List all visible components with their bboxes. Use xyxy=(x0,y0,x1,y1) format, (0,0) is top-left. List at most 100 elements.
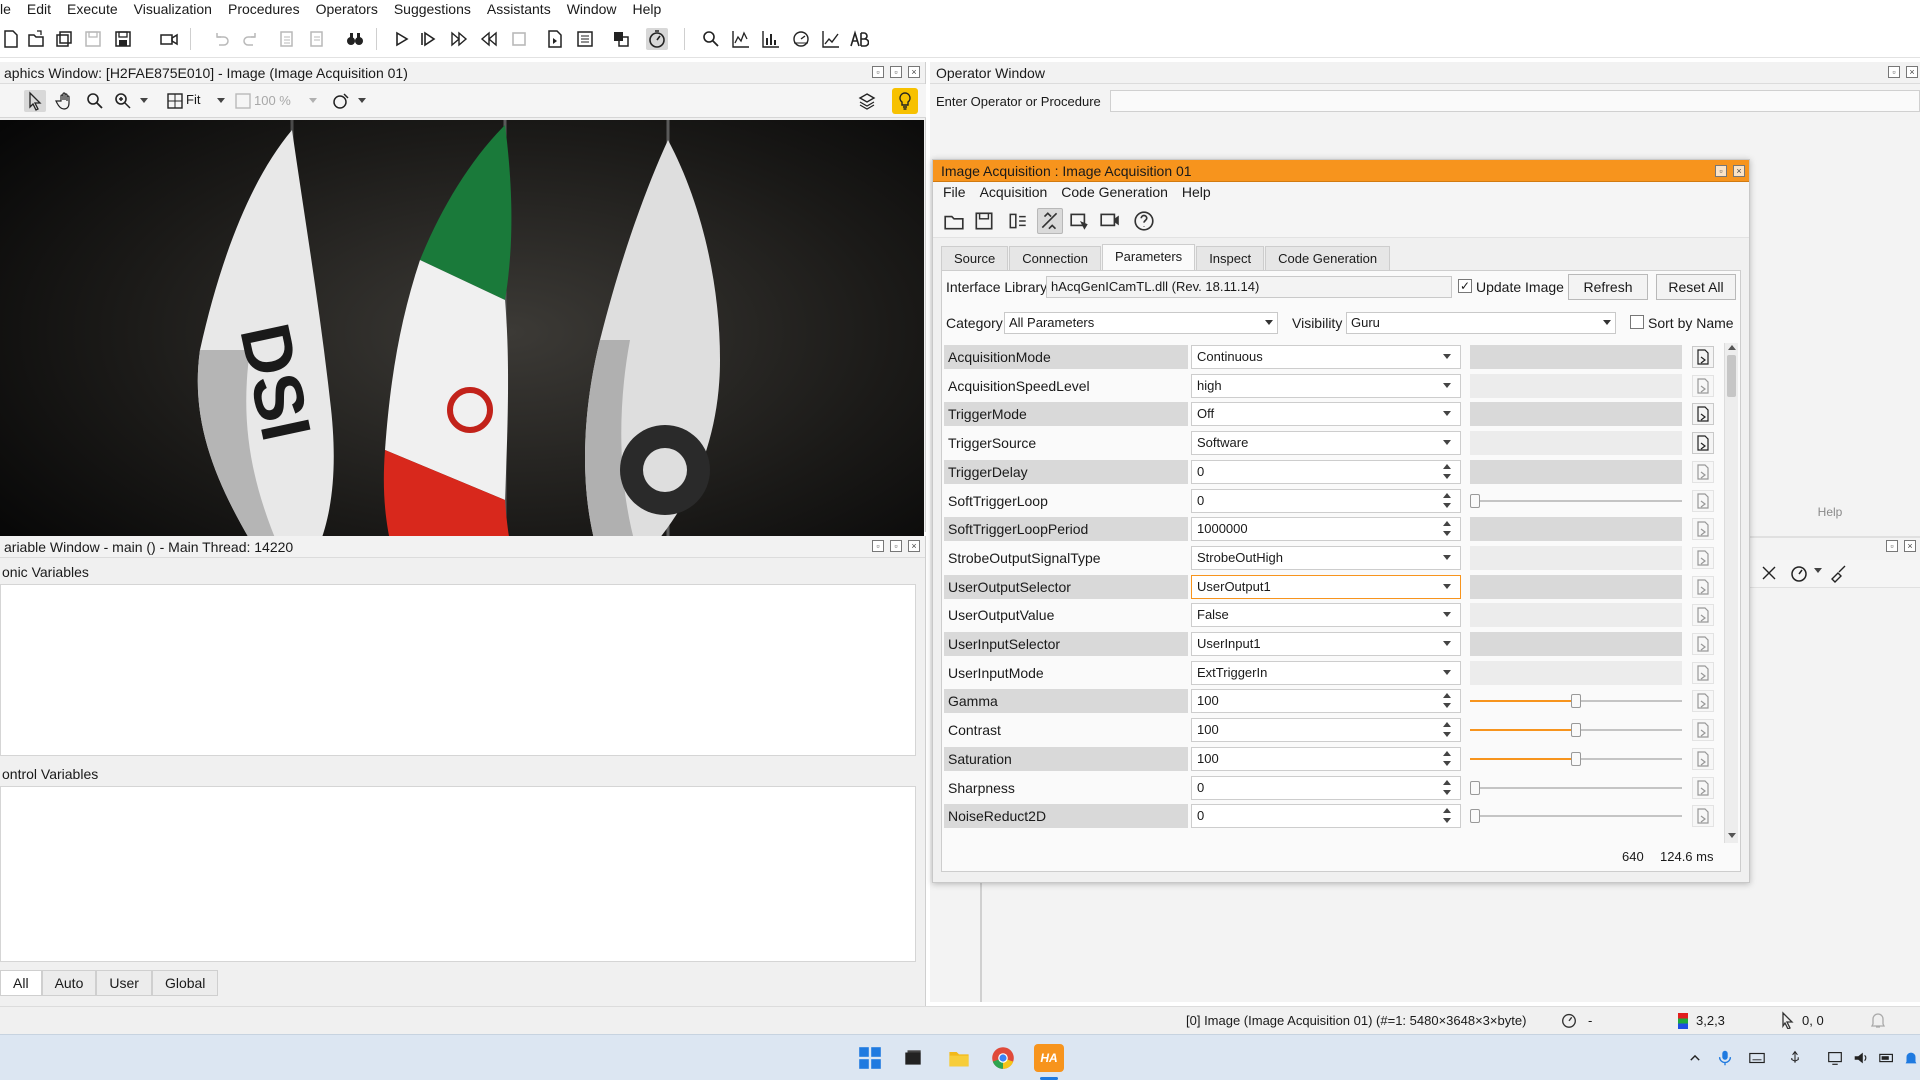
menu-window[interactable]: Window xyxy=(559,0,625,18)
parameter-value-select[interactable]: False xyxy=(1191,603,1461,628)
zoom-icon[interactable] xyxy=(700,28,722,50)
notification-icon[interactable] xyxy=(1896,1044,1920,1072)
parameter-value-select[interactable]: StrobeOutHigh xyxy=(1191,545,1461,570)
slider-track[interactable] xyxy=(1470,723,1682,738)
spinner-arrows-icon[interactable] xyxy=(1440,719,1454,741)
open-file-icon[interactable] xyxy=(25,28,47,50)
float-icon[interactable]: ▫ xyxy=(872,66,884,78)
windows-start-icon[interactable] xyxy=(855,1044,885,1072)
gauge-icon[interactable] xyxy=(790,28,812,50)
copy-parameter-icon[interactable] xyxy=(1692,575,1714,598)
zoom-percent-dropdown-icon[interactable] xyxy=(309,98,317,103)
clean-icon[interactable] xyxy=(1828,562,1850,584)
copy-parameter-icon[interactable] xyxy=(1692,719,1714,742)
tab-code-generation[interactable]: Code Generation xyxy=(1265,246,1391,270)
slider-track[interactable] xyxy=(1470,751,1682,766)
menu-help[interactable]: Help xyxy=(625,0,670,18)
parameter-slider[interactable] xyxy=(1470,747,1682,771)
tab-connection[interactable]: Connection xyxy=(1009,246,1101,270)
parameter-value-select[interactable]: UserInput1 xyxy=(1191,632,1461,656)
parameter-slider[interactable] xyxy=(1470,776,1682,800)
copy-parameter-icon[interactable] xyxy=(1692,661,1714,684)
scroll-up-icon[interactable] xyxy=(1728,345,1736,350)
copy-parameter-icon[interactable] xyxy=(1692,489,1714,512)
close-icon[interactable]: × xyxy=(908,66,920,78)
snap-icon[interactable] xyxy=(1067,208,1093,234)
visibility-select[interactable]: Guru xyxy=(1346,312,1616,334)
spinner-arrows-icon[interactable] xyxy=(1440,805,1454,827)
menu-suggestions[interactable]: Suggestions xyxy=(386,0,479,18)
menu-file[interactable]: le xyxy=(0,0,19,18)
close-icon[interactable]: × xyxy=(908,540,920,552)
close-icon[interactable]: × xyxy=(1906,66,1918,78)
save-all-icon[interactable] xyxy=(112,28,134,50)
float-icon[interactable]: ▫ xyxy=(1888,66,1900,78)
tab-parameters[interactable]: Parameters xyxy=(1101,244,1196,270)
parameter-slider[interactable] xyxy=(1470,718,1682,742)
menu-assistants[interactable]: Assistants xyxy=(479,0,559,18)
keyboard-icon[interactable] xyxy=(1742,1044,1772,1072)
spinner-arrows-icon[interactable] xyxy=(1440,518,1454,540)
detect-icon[interactable] xyxy=(1005,208,1031,234)
insert-icon[interactable] xyxy=(544,28,566,50)
copy-icon[interactable] xyxy=(276,28,298,50)
spinner-arrows-icon[interactable] xyxy=(1440,461,1454,483)
undo-icon[interactable] xyxy=(210,28,232,50)
copy-parameter-icon[interactable] xyxy=(1692,747,1714,770)
live-icon[interactable] xyxy=(1097,208,1123,234)
chevron-down-icon[interactable] xyxy=(1440,403,1454,425)
chevron-down-icon[interactable] xyxy=(1440,375,1454,397)
menu-operators[interactable]: Operators xyxy=(308,0,386,18)
slider-handle[interactable] xyxy=(1571,694,1581,709)
copy-parameter-icon[interactable] xyxy=(1692,374,1714,397)
file-explorer-icon[interactable] xyxy=(944,1044,974,1072)
magnifier-icon[interactable] xyxy=(84,90,106,112)
parameter-value-spinbox[interactable]: 0 xyxy=(1191,804,1461,829)
run-icon[interactable] xyxy=(390,28,412,50)
copy-parameter-icon[interactable] xyxy=(1692,604,1714,627)
slider-handle[interactable] xyxy=(1470,493,1480,508)
zoom-percent[interactable]: 100 % xyxy=(254,93,291,108)
zoom-dropdown-icon[interactable] xyxy=(140,98,148,103)
clear-icon[interactable] xyxy=(1758,562,1780,584)
slider-handle[interactable] xyxy=(1571,751,1581,766)
histogram-icon[interactable] xyxy=(730,28,752,50)
parameter-scrollbar[interactable] xyxy=(1724,343,1738,843)
image-canvas[interactable]: DSI xyxy=(0,120,924,592)
camera-icon[interactable] xyxy=(158,28,180,50)
redo-icon[interactable] xyxy=(240,28,262,50)
parameter-value-select[interactable]: UserOutput1 xyxy=(1191,574,1461,599)
chevron-down-icon[interactable] xyxy=(1440,633,1454,655)
procedure-icon[interactable] xyxy=(574,28,596,50)
profiler-icon[interactable] xyxy=(646,28,668,50)
ia-menu-help[interactable]: Help xyxy=(1182,184,1211,200)
chevron-down-icon[interactable] xyxy=(1440,432,1454,454)
spinner-arrows-icon[interactable] xyxy=(1440,690,1454,712)
draw-dropdown-icon[interactable] xyxy=(358,98,366,103)
restore-icon[interactable]: ▫ xyxy=(890,66,902,78)
parameter-value-select[interactable]: ExtTriggerIn xyxy=(1191,660,1461,685)
timer-dropdown-icon[interactable] xyxy=(1814,568,1822,573)
lightbulb-icon[interactable] xyxy=(892,88,918,114)
parameter-value-select[interactable]: high xyxy=(1191,373,1461,398)
bar-chart-icon[interactable] xyxy=(760,28,782,50)
slider-track[interactable] xyxy=(1470,694,1682,709)
interface-library-field[interactable]: hAcqGenICamTL.dll (Rev. 18.11.14) xyxy=(1046,276,1452,298)
parameter-value-spinbox[interactable]: 0 xyxy=(1191,488,1461,513)
parameter-value-spinbox[interactable]: 0 xyxy=(1191,775,1461,800)
connect-icon[interactable] xyxy=(1037,208,1063,234)
parameter-value-spinbox[interactable]: 1000000 xyxy=(1191,517,1461,542)
tab-all[interactable]: All xyxy=(0,970,42,996)
copy-parameter-icon[interactable] xyxy=(1692,403,1714,426)
pointer-icon[interactable] xyxy=(24,90,46,112)
usb-icon[interactable] xyxy=(1780,1044,1810,1072)
slider-track[interactable] xyxy=(1470,780,1682,795)
fit-dropdown-icon[interactable] xyxy=(217,98,225,103)
chevron-down-icon[interactable] xyxy=(1440,662,1454,684)
chrome-icon[interactable] xyxy=(988,1044,1018,1072)
parameter-value-spinbox[interactable]: 100 xyxy=(1191,689,1461,714)
chevron-up-icon[interactable] xyxy=(1680,1044,1710,1072)
copy-parameter-icon[interactable] xyxy=(1692,805,1714,828)
spinner-arrows-icon[interactable] xyxy=(1440,748,1454,770)
microphone-icon[interactable] xyxy=(1710,1044,1740,1072)
